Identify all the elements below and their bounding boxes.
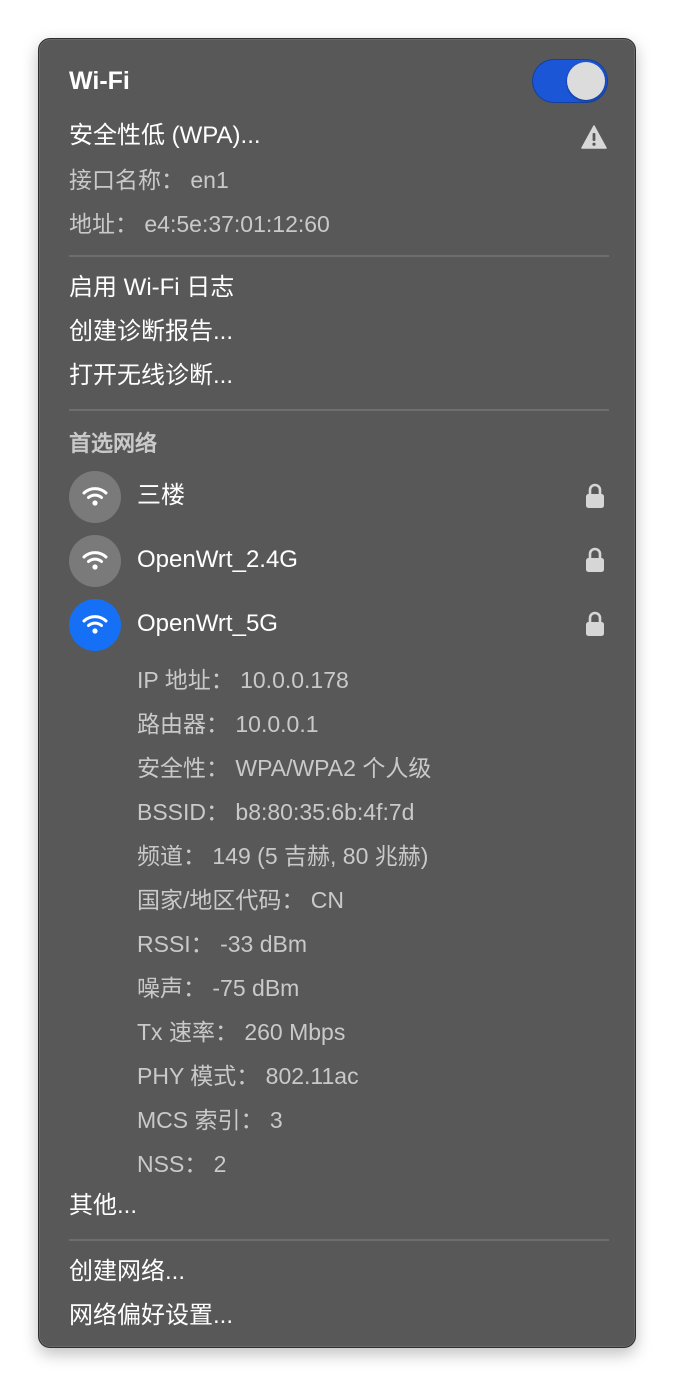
detail-ip-address: IP 地址： 10.0.0.178 xyxy=(137,667,349,693)
network-item-openwrt-2-4g[interactable]: OpenWrt_2.4G xyxy=(69,535,609,587)
wifi-icon xyxy=(82,551,108,570)
wifi-badge xyxy=(69,535,121,587)
create-diagnostics-report-item[interactable]: 创建诊断报告... xyxy=(69,318,233,346)
detail-security: 安全性： WPA/WPA2 个人级 xyxy=(137,755,432,781)
detail-rssi: RSSI： -33 dBm xyxy=(137,931,307,957)
open-wireless-diagnostics-item[interactable]: 打开无线诊断... xyxy=(69,362,233,390)
enable-wifi-log-item[interactable]: 启用 Wi-Fi 日志 xyxy=(69,274,234,302)
lock-icon xyxy=(586,547,604,572)
detail-phy-mode: PHY 模式： 802.11ac xyxy=(137,1063,359,1089)
mac-address: 地址： e4:5e:37:01:12:60 xyxy=(69,211,330,237)
detail-channel: 频道： 149 (5 吉赫, 80 兆赫) xyxy=(137,843,429,869)
detail-bssid: BSSID： b8:80:35:6b:4f:7d xyxy=(137,799,415,825)
wifi-icon xyxy=(82,487,108,506)
menu-title: Wi-Fi xyxy=(69,67,130,95)
separator xyxy=(69,1239,609,1241)
warning-icon xyxy=(581,125,607,149)
network-name: OpenWrt_5G xyxy=(137,610,278,637)
network-name: OpenWrt_2.4G xyxy=(137,546,298,573)
detail-router: 路由器： 10.0.0.1 xyxy=(137,711,319,737)
separator xyxy=(69,409,609,411)
detail-tx-rate: Tx 速率： 260 Mbps xyxy=(137,1019,346,1045)
wifi-menu: Wi-Fi 安全性低 (WPA)... 接口名称： en1 地址： e4:5e:… xyxy=(38,38,636,1348)
create-network-item[interactable]: 创建网络... xyxy=(69,1258,185,1286)
separator xyxy=(69,255,609,257)
lock-icon xyxy=(586,611,604,636)
detail-country-code: 国家/地区代码： CN xyxy=(137,887,344,913)
preferred-networks-heading: 首选网络 xyxy=(69,431,158,456)
wifi-badge-active xyxy=(69,599,121,651)
wifi-badge xyxy=(69,471,121,523)
network-name: 三楼 xyxy=(137,482,185,509)
toggle-knob xyxy=(567,62,605,100)
network-item-sanlou[interactable]: 三楼 xyxy=(69,471,609,523)
wifi-toggle[interactable] xyxy=(532,59,608,103)
detail-nss: NSS： 2 xyxy=(137,1151,227,1177)
network-preferences-item[interactable]: 网络偏好设置... xyxy=(69,1302,233,1330)
other-networks-item[interactable]: 其他... xyxy=(69,1192,137,1220)
interface-name: 接口名称： en1 xyxy=(69,167,229,193)
detail-noise: 噪声： -75 dBm xyxy=(137,975,300,1001)
security-warning-item[interactable]: 安全性低 (WPA)... xyxy=(69,122,261,150)
detail-mcs-index: MCS 索引： 3 xyxy=(137,1107,283,1133)
wifi-icon xyxy=(82,615,108,634)
lock-icon xyxy=(586,483,604,508)
network-item-openwrt-5g[interactable]: OpenWrt_5G xyxy=(69,599,609,651)
